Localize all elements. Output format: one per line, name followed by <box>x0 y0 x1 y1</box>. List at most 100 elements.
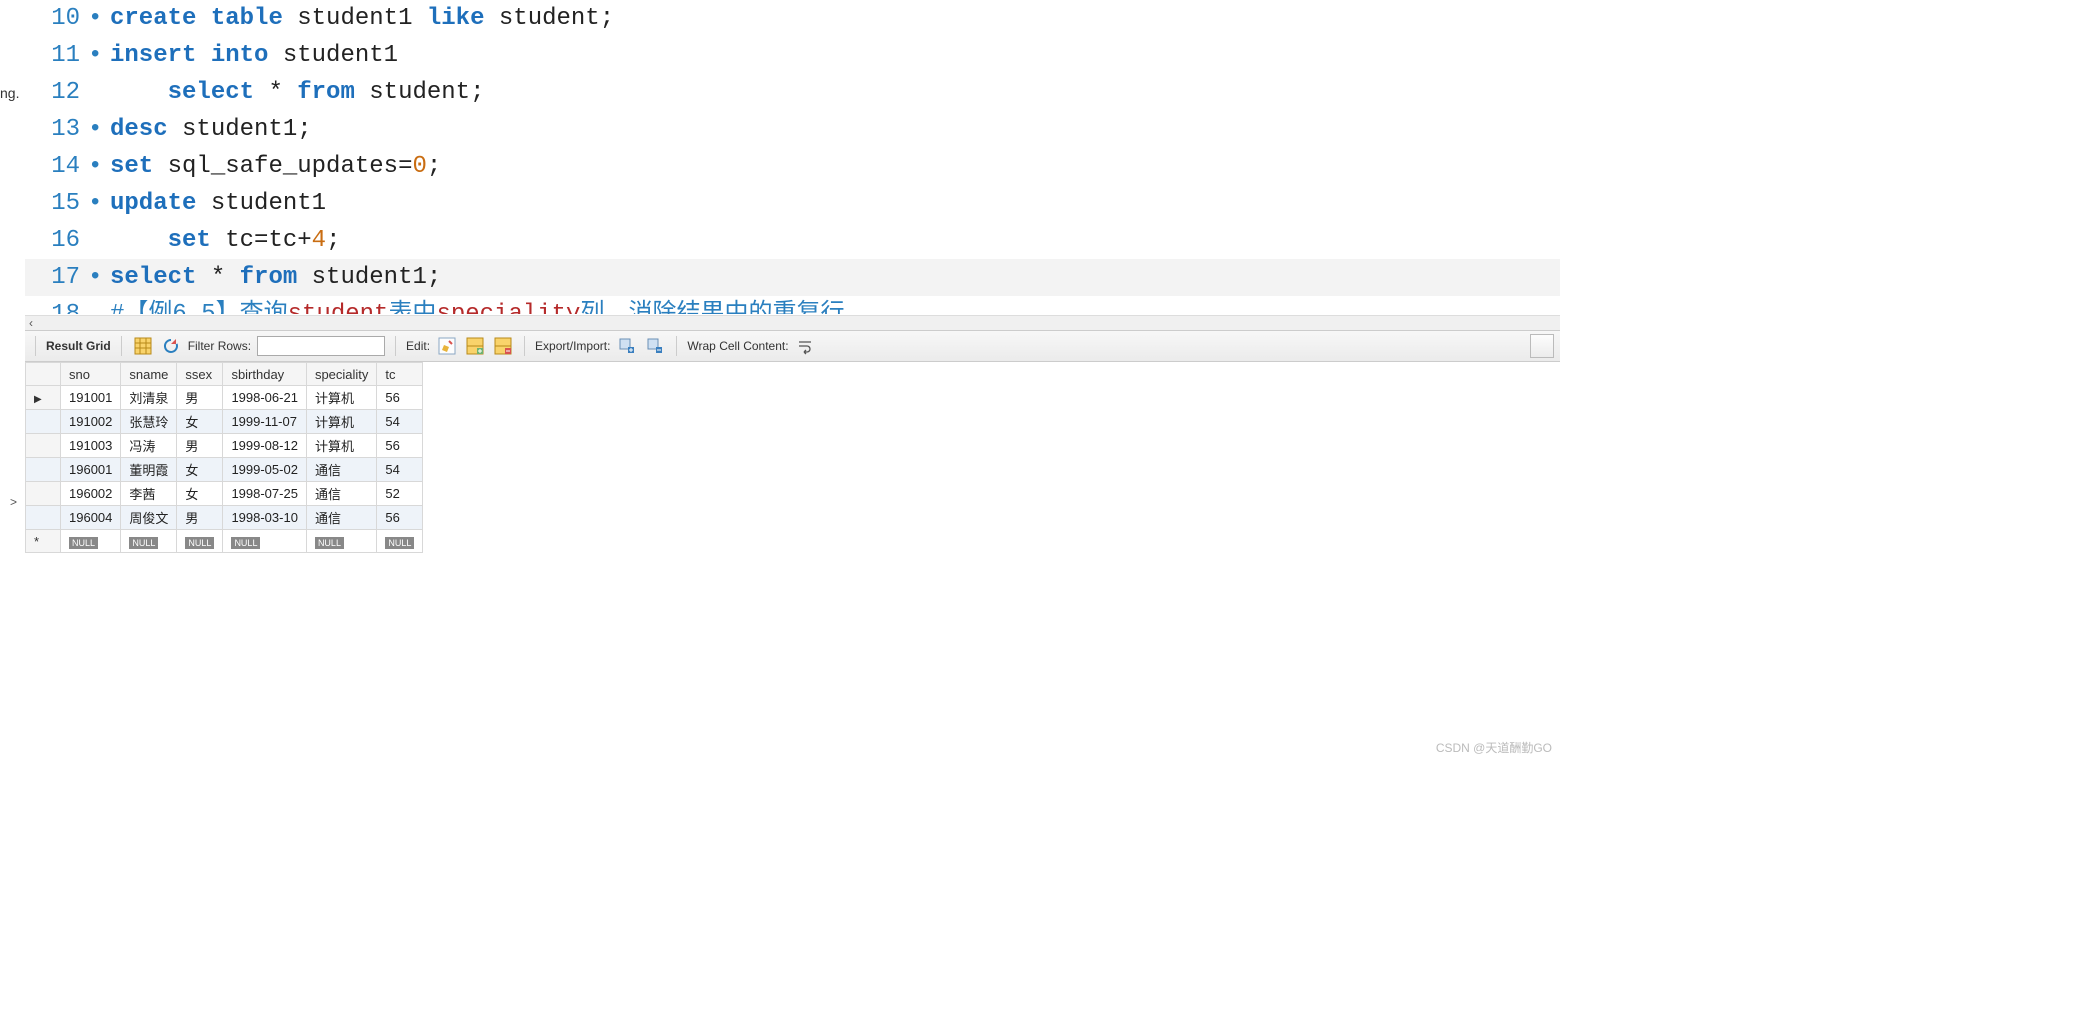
sql-editor[interactable]: 10•create table student1 like student;11… <box>25 0 1560 315</box>
import-icon[interactable] <box>644 335 666 357</box>
cell[interactable]: 56 <box>377 386 423 410</box>
edit-label: Edit: <box>406 339 430 353</box>
cell[interactable]: 通信 <box>306 506 376 530</box>
cell[interactable]: 56 <box>377 506 423 530</box>
column-header[interactable]: speciality <box>306 363 376 386</box>
cell[interactable]: 56 <box>377 434 423 458</box>
cell-null[interactable]: NULL <box>377 530 423 553</box>
table-row[interactable]: 196002李茜女1998-07-25通信52 <box>26 482 423 506</box>
toolbar-right-box[interactable] <box>1530 334 1554 358</box>
left-panel-text: ng. <box>0 85 19 101</box>
editor-horizontal-scrollbar[interactable]: ‹ <box>25 315 1560 330</box>
result-grid[interactable]: snosnamessexsbirthdayspecialitytc191001刘… <box>25 362 1560 553</box>
cell[interactable]: 54 <box>377 410 423 434</box>
cell[interactable]: 196004 <box>61 506 121 530</box>
insert-row-icon[interactable] <box>464 335 486 357</box>
cell[interactable]: 张慧玲 <box>121 410 177 434</box>
cell-null[interactable]: NULL <box>223 530 307 553</box>
row-header[interactable] <box>26 482 61 506</box>
statement-marker: • <box>88 37 110 74</box>
code-line[interactable]: 15•update student1 <box>25 185 1560 222</box>
table-row-new[interactable]: NULLNULLNULLNULLNULLNULL <box>26 530 423 553</box>
cell-null[interactable]: NULL <box>61 530 121 553</box>
filter-rows-label: Filter Rows: <box>188 339 251 353</box>
table-row[interactable]: 196004周俊文男1998-03-10通信56 <box>26 506 423 530</box>
table-row[interactable]: 191001刘清泉男1998-06-21计算机56 <box>26 386 423 410</box>
line-number: 17 <box>25 259 88 296</box>
cell[interactable]: 男 <box>177 506 223 530</box>
code-line[interactable]: 17•select * from student1; <box>25 259 1560 296</box>
table-row[interactable]: 196001董明霞女1999-05-02通信54 <box>26 458 423 482</box>
statement-marker: • <box>88 259 110 296</box>
cell[interactable]: 1999-08-12 <box>223 434 307 458</box>
cell-null[interactable]: NULL <box>121 530 177 553</box>
cell[interactable]: 1999-05-02 <box>223 458 307 482</box>
column-header[interactable]: tc <box>377 363 423 386</box>
table-row[interactable]: 191002张慧玲女1999-11-07计算机54 <box>26 410 423 434</box>
column-header[interactable]: sname <box>121 363 177 386</box>
cell[interactable]: 董明霞 <box>121 458 177 482</box>
wrap-icon[interactable] <box>795 335 817 357</box>
cell[interactable]: 计算机 <box>306 434 376 458</box>
cell[interactable]: 周俊文 <box>121 506 177 530</box>
cell[interactable]: 54 <box>377 458 423 482</box>
cell-null[interactable]: NULL <box>306 530 376 553</box>
cell[interactable]: 男 <box>177 386 223 410</box>
row-header[interactable] <box>26 410 61 434</box>
code-line[interactable]: 11•insert into student1 <box>25 37 1560 74</box>
cell[interactable]: 男 <box>177 434 223 458</box>
statement-marker: • <box>88 148 110 185</box>
cell[interactable]: 计算机 <box>306 410 376 434</box>
cell[interactable]: 196001 <box>61 458 121 482</box>
cell[interactable]: 191003 <box>61 434 121 458</box>
statement-marker: • <box>88 185 110 222</box>
filter-rows-input[interactable] <box>257 336 385 356</box>
cell[interactable]: 女 <box>177 410 223 434</box>
cell[interactable]: 1998-07-25 <box>223 482 307 506</box>
cell[interactable]: 女 <box>177 482 223 506</box>
wrap-cell-label: Wrap Cell Content: <box>687 339 788 353</box>
cell[interactable]: 通信 <box>306 482 376 506</box>
result-toolbar: Result Grid Filter Rows: Edit: Export/Im… <box>25 330 1560 362</box>
row-header[interactable] <box>26 434 61 458</box>
cell[interactable]: 女 <box>177 458 223 482</box>
code-line[interactable]: 10•create table student1 like student; <box>25 0 1560 37</box>
cell[interactable]: 李茜 <box>121 482 177 506</box>
delete-row-icon[interactable] <box>492 335 514 357</box>
code-line-partial[interactable]: 18#【例6.5】查询student表中speciality列，消除结果中的重复… <box>25 296 1560 314</box>
table-row[interactable]: 191003冯涛男1999-08-12计算机56 <box>26 434 423 458</box>
scroll-left-button[interactable]: ‹ <box>29 316 33 330</box>
line-number: 10 <box>25 0 88 37</box>
statement-marker: • <box>88 111 110 148</box>
row-header-new[interactable] <box>26 530 61 553</box>
code-line[interactable]: 14•set sql_safe_updates=0; <box>25 148 1560 185</box>
cell[interactable]: 计算机 <box>306 386 376 410</box>
line-number: 12 <box>25 74 88 111</box>
export-icon[interactable] <box>616 335 638 357</box>
cell[interactable]: 196002 <box>61 482 121 506</box>
row-header[interactable] <box>26 506 61 530</box>
cell[interactable]: 191001 <box>61 386 121 410</box>
cell[interactable]: 1998-03-10 <box>223 506 307 530</box>
column-header[interactable]: sno <box>61 363 121 386</box>
refresh-icon[interactable] <box>160 335 182 357</box>
edit-pencil-icon[interactable] <box>436 335 458 357</box>
cell[interactable]: 1998-06-21 <box>223 386 307 410</box>
cell[interactable]: 通信 <box>306 458 376 482</box>
cell[interactable]: 52 <box>377 482 423 506</box>
cell[interactable]: 1999-11-07 <box>223 410 307 434</box>
column-header[interactable]: ssex <box>177 363 223 386</box>
code-line[interactable]: 13•desc student1; <box>25 111 1560 148</box>
left-panel-arrow[interactable]: > <box>10 495 17 509</box>
column-header[interactable]: sbirthday <box>223 363 307 386</box>
cell-null[interactable]: NULL <box>177 530 223 553</box>
grid-icon[interactable] <box>132 335 154 357</box>
row-header[interactable] <box>26 386 61 410</box>
watermark: CSDN @天道酬勤GO <box>1436 739 1552 756</box>
cell[interactable]: 冯涛 <box>121 434 177 458</box>
cell[interactable]: 191002 <box>61 410 121 434</box>
code-line[interactable]: 12 select * from student; <box>25 74 1560 111</box>
cell[interactable]: 刘清泉 <box>121 386 177 410</box>
row-header[interactable] <box>26 458 61 482</box>
code-line[interactable]: 16 set tc=tc+4; <box>25 222 1560 259</box>
